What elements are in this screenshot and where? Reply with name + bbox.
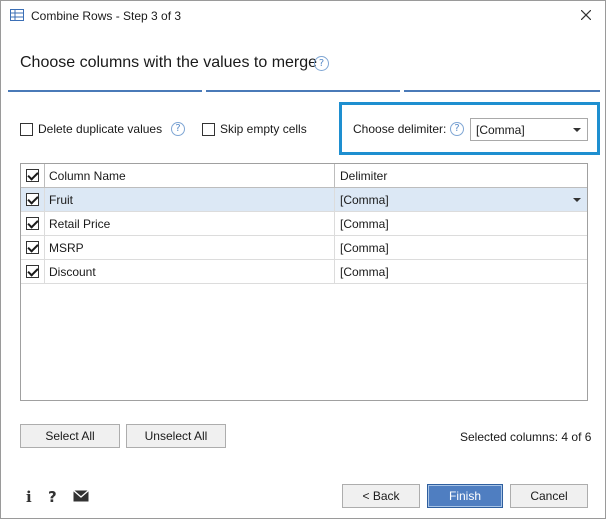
delete-duplicates-help-icon[interactable]: ? — [171, 122, 186, 136]
combine-rows-dialog: Combine Rows - Step 3 of 3 Choose column… — [0, 0, 606, 519]
unselect-all-button[interactable]: Unselect All — [126, 424, 226, 448]
window-title: Combine Rows - Step 3 of 3 — [31, 9, 182, 23]
row-checkbox-cell — [21, 212, 45, 235]
table-row[interactable]: Retail Price [Comma] — [21, 212, 587, 236]
delimiter-dropdown-value: [Comma] — [476, 123, 525, 137]
step-indicator-1 — [8, 90, 202, 92]
row-checkbox-cell — [21, 188, 45, 211]
delete-duplicates-checkbox[interactable]: Delete duplicate values ? — [20, 122, 186, 136]
delimiter-cell[interactable]: [Comma] — [336, 236, 587, 259]
step-indicator-3 — [404, 90, 600, 92]
delete-duplicates-label: Delete duplicate values — [38, 122, 163, 136]
column-name-cell: Retail Price — [45, 212, 335, 235]
close-button[interactable] — [573, 3, 599, 27]
delimiter-cell-value: [Comma] — [340, 193, 389, 207]
info-icon[interactable]: i — [26, 488, 32, 506]
chevron-down-icon — [573, 198, 581, 202]
checkbox-box[interactable] — [202, 122, 215, 136]
table-icon — [10, 9, 24, 21]
cancel-button[interactable]: Cancel — [510, 484, 588, 508]
row-checkbox-cell — [21, 236, 45, 259]
header-delimiter[interactable]: Delimiter — [336, 164, 587, 187]
checkbox-box[interactable] — [20, 122, 33, 136]
delimiter-dropdown[interactable]: [Comma] — [470, 118, 588, 141]
select-all-button[interactable]: Select All — [20, 424, 120, 448]
chevron-down-icon — [573, 128, 581, 132]
row-checkbox[interactable] — [26, 217, 39, 230]
row-checkbox[interactable] — [26, 241, 39, 254]
table-row[interactable]: Discount [Comma] — [21, 260, 587, 284]
row-checkbox-cell — [21, 260, 45, 283]
delimiter-cell[interactable]: [Comma] — [336, 212, 587, 235]
skip-empty-checkbox[interactable]: Skip empty cells — [202, 122, 307, 136]
help-icon[interactable]: ? — [48, 488, 57, 506]
table-row[interactable]: MSRP [Comma] — [21, 236, 587, 260]
table-row[interactable]: Fruit [Comma] — [21, 188, 587, 212]
step-indicator-2 — [206, 90, 400, 92]
column-name-cell: MSRP — [45, 236, 335, 259]
columns-grid: Column Name Delimiter Fruit [Comma] Reta… — [20, 163, 588, 401]
title-bar: Combine Rows - Step 3 of 3 — [1, 1, 605, 31]
delimiter-cell-dropdown[interactable]: [Comma] — [336, 188, 587, 211]
title-help-icon[interactable]: ? — [314, 56, 329, 71]
finish-button[interactable]: Finish — [427, 484, 503, 508]
header-column-name[interactable]: Column Name — [45, 164, 335, 187]
column-name-cell: Fruit — [45, 188, 335, 211]
row-checkbox[interactable] — [26, 265, 39, 278]
delimiter-cell[interactable]: [Comma] — [336, 260, 587, 283]
header-checkbox-cell — [21, 164, 45, 187]
grid-header: Column Name Delimiter — [21, 164, 587, 188]
selected-columns-count: Selected columns: 4 of 6 — [460, 430, 592, 444]
select-all-checkbox[interactable] — [26, 169, 39, 182]
back-button[interactable]: < Back — [342, 484, 420, 508]
row-checkbox[interactable] — [26, 193, 39, 206]
mail-icon[interactable] — [73, 490, 89, 502]
page-title: Choose columns with the values to merge — [20, 54, 318, 71]
skip-empty-label: Skip empty cells — [220, 122, 307, 136]
close-icon — [581, 10, 591, 20]
column-name-cell: Discount — [45, 260, 335, 283]
choose-delimiter-label: Choose delimiter: — [353, 122, 447, 136]
delimiter-help-icon[interactable]: ? — [450, 122, 464, 136]
